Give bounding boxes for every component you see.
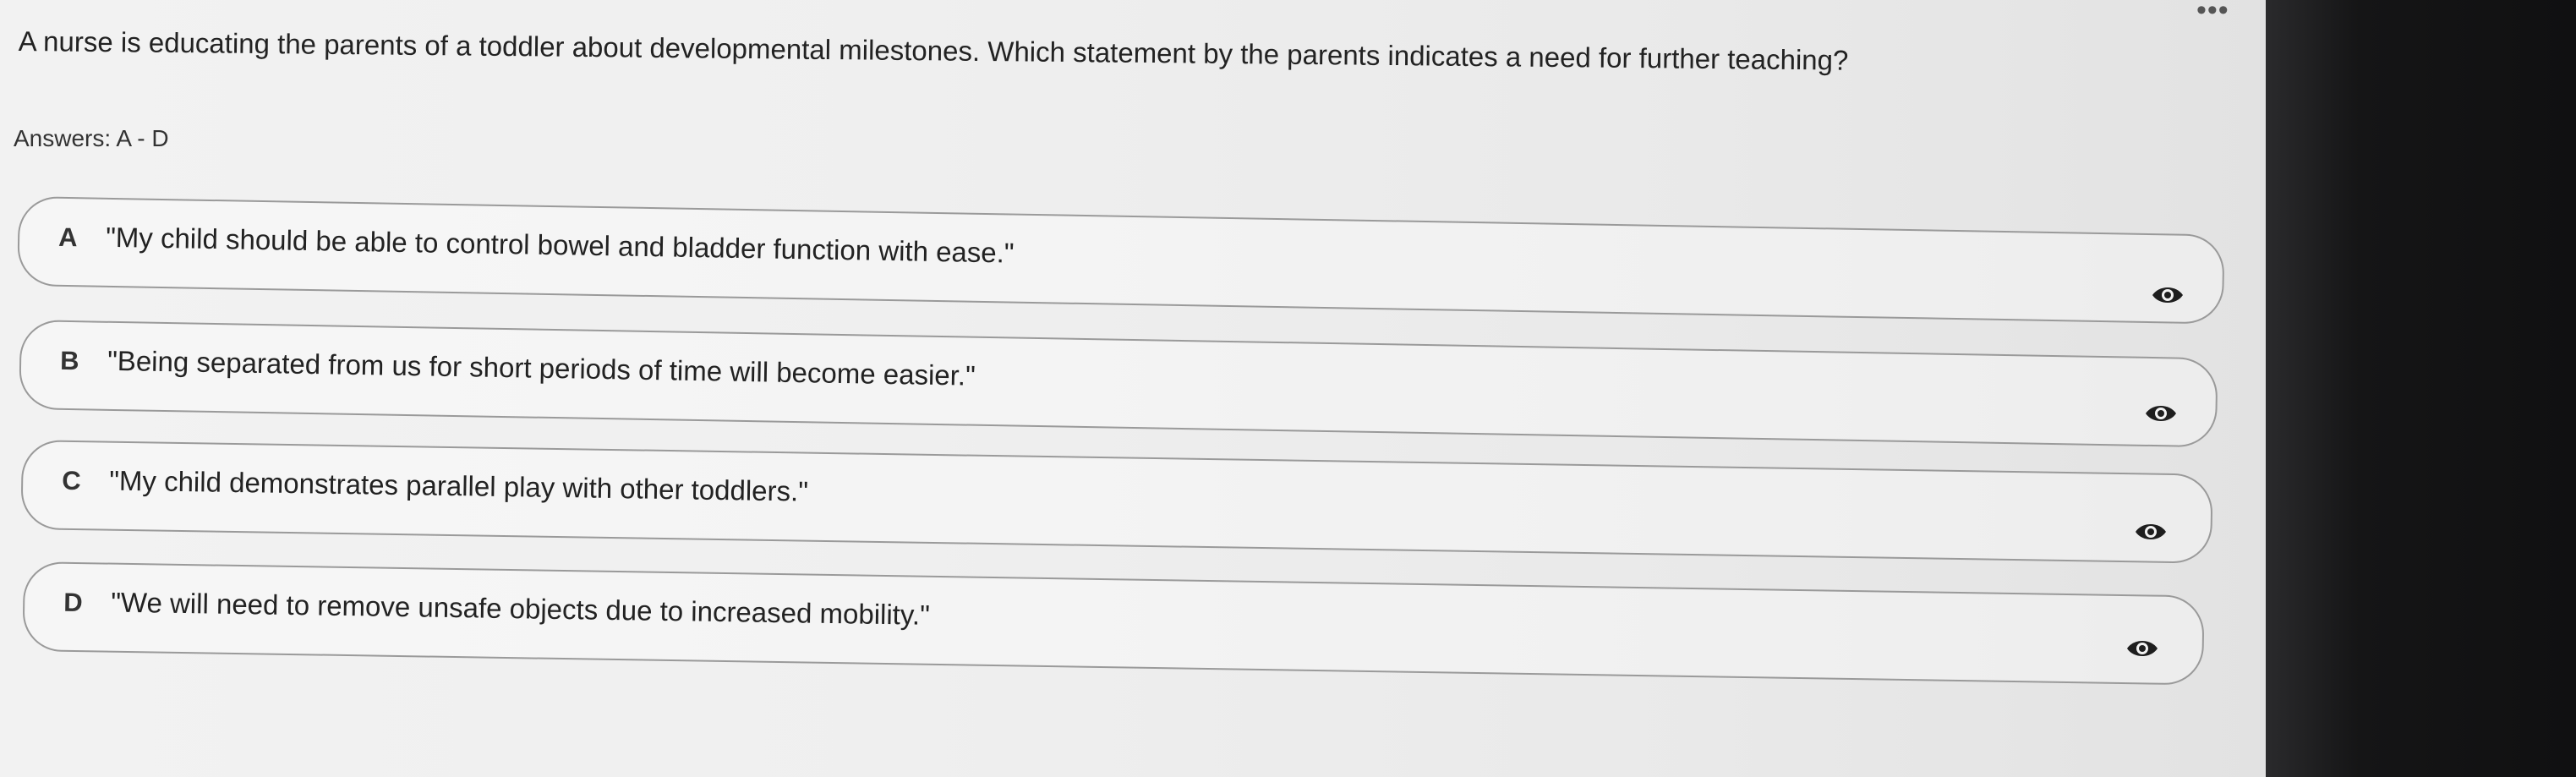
option-text: "My child demonstrates parallel play wit…: [108, 464, 809, 507]
answer-option-d[interactable]: D "We will need to remove unsafe objects…: [22, 561, 2205, 686]
option-text: "Being separated from us for short perio…: [107, 344, 976, 391]
option-text: "We will need to remove unsafe objects d…: [110, 586, 931, 631]
answer-option-b[interactable]: B "Being separated from us for short per…: [19, 320, 2218, 448]
option-letter: A: [57, 222, 78, 253]
option-letter: D: [63, 587, 83, 618]
answers-label: Answers: A - D: [14, 125, 169, 151]
monitor-bezel: [2266, 0, 2576, 777]
question-text: A nurse is educating the parents of a to…: [18, 25, 1849, 76]
quiz-screen: A nurse is educating the parents of a to…: [0, 0, 2283, 777]
option-text: "My child should be able to control bowe…: [105, 221, 1015, 269]
eye-icon[interactable]: [2151, 284, 2185, 306]
more-horizontal-icon[interactable]: •••: [2196, 0, 2229, 25]
eye-icon[interactable]: [2125, 637, 2159, 659]
option-letter: C: [61, 465, 81, 496]
option-letter: B: [59, 345, 79, 376]
answer-option-c[interactable]: C "My child demonstrates parallel play w…: [20, 440, 2213, 564]
eye-icon[interactable]: [2144, 402, 2178, 424]
answer-option-a[interactable]: A "My child should be able to control bo…: [17, 196, 2225, 325]
eye-icon[interactable]: [2134, 521, 2168, 543]
